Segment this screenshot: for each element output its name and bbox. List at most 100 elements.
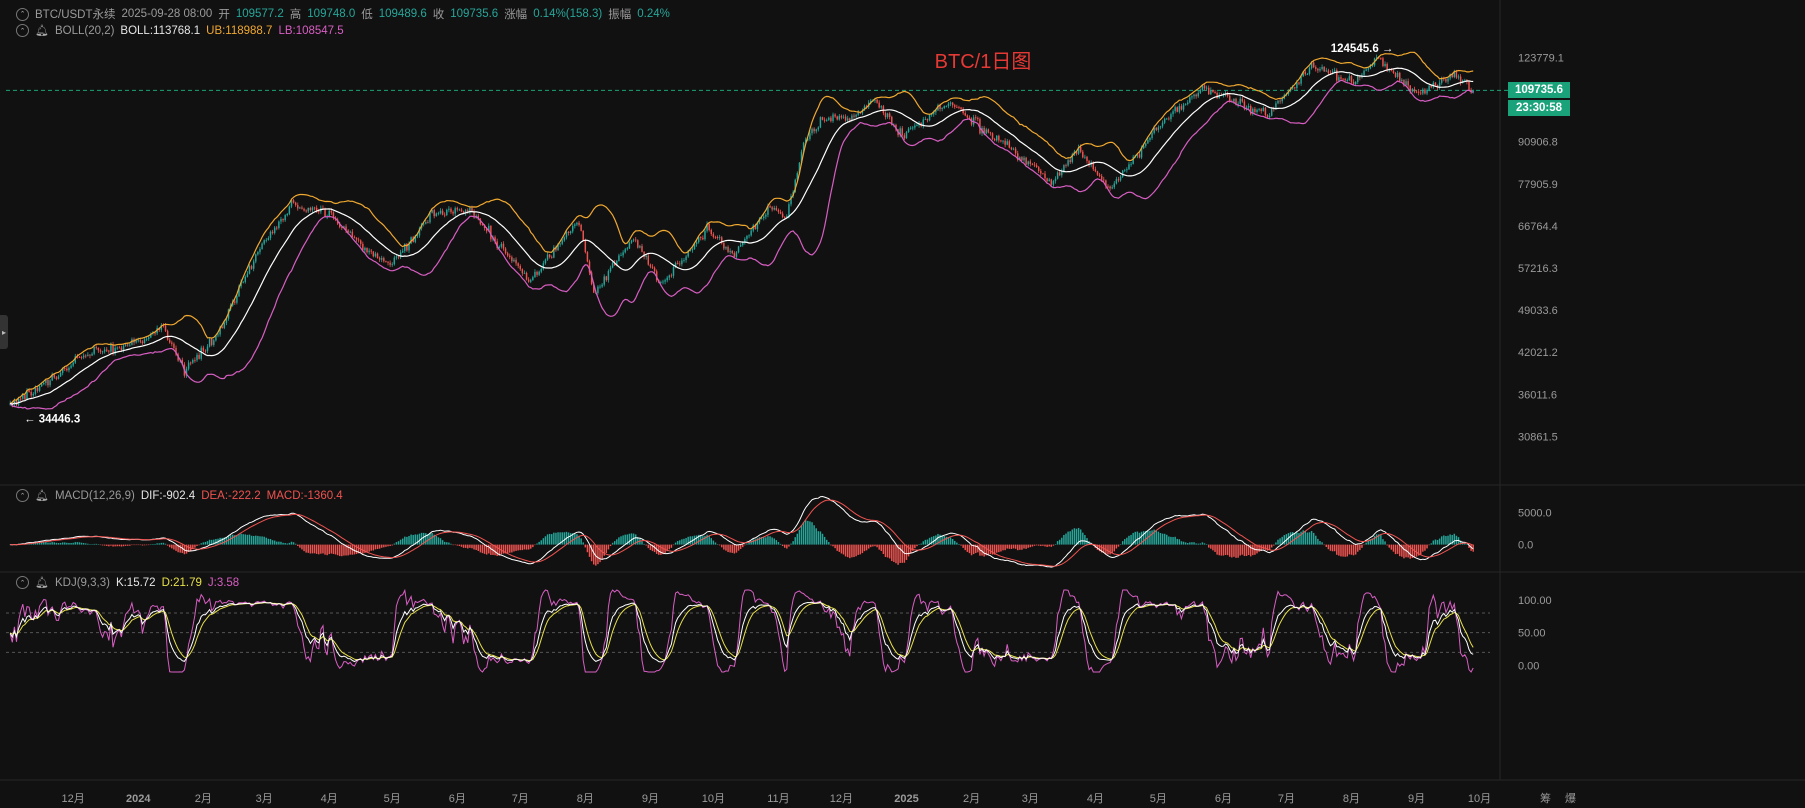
candle-body	[30, 391, 32, 396]
macd-bar	[47, 542, 49, 545]
candle-body	[250, 266, 253, 269]
candle-body	[362, 243, 364, 251]
candle	[456, 206, 459, 212]
candle	[187, 360, 190, 371]
macd-bar	[1035, 544, 1038, 546]
candle-body	[519, 265, 521, 270]
macd-bar	[1176, 538, 1178, 545]
candle	[206, 344, 209, 354]
macd-bar	[1340, 544, 1342, 557]
candle	[1008, 139, 1011, 149]
macd-bar	[467, 544, 469, 549]
macd-bar	[1310, 530, 1313, 545]
macd-bar	[1298, 533, 1300, 545]
bell-icon[interactable]: 🔔︎	[35, 489, 49, 502]
chevron-icon[interactable]: ⌃	[16, 489, 29, 502]
candle	[985, 127, 987, 135]
macd-bar	[1006, 544, 1008, 549]
candle-body	[359, 240, 362, 244]
candle-body	[349, 231, 351, 233]
candle-body	[1155, 127, 1157, 130]
macd-bar	[966, 544, 969, 552]
macd-bar	[1315, 535, 1317, 545]
candle-body	[1184, 103, 1187, 105]
candle	[645, 255, 647, 260]
corner-label-liquidation[interactable]: 爆	[1565, 791, 1576, 805]
candle-body	[1210, 90, 1212, 95]
candle-body	[1445, 79, 1447, 82]
macd-bar	[817, 531, 820, 545]
candle-body	[1079, 147, 1082, 152]
macd-bar	[968, 544, 971, 554]
candle	[949, 101, 952, 107]
candle	[527, 277, 530, 283]
candle-body	[578, 222, 580, 225]
candle	[993, 137, 996, 142]
macd-bar	[255, 535, 257, 545]
candle	[571, 223, 574, 234]
candle-body	[844, 116, 847, 121]
candle-body	[137, 340, 139, 342]
candle-body	[525, 272, 528, 280]
candle-body	[154, 332, 156, 334]
candle-body	[571, 225, 574, 232]
price-pane[interactable]	[6, 51, 1508, 410]
candle	[387, 260, 389, 266]
candle	[777, 208, 780, 214]
time-tick-label: 5月	[1150, 793, 1167, 805]
candle	[1262, 106, 1265, 112]
candle-body	[1294, 87, 1296, 89]
macd-bar	[248, 534, 251, 545]
macd-bar	[1061, 537, 1063, 545]
kdj-pane[interactable]	[6, 588, 1490, 673]
macd-bar	[888, 544, 891, 559]
candle-body	[884, 113, 887, 118]
candle	[399, 249, 402, 260]
candle-body	[1182, 104, 1185, 110]
macd-bar	[162, 542, 165, 545]
chevron-icon[interactable]: ⌃	[16, 7, 29, 21]
chart-canvas[interactable]: 123779.190906.877905.966764.457216.34903…	[0, 0, 1805, 808]
bell-icon[interactable]: 🔔︎	[35, 24, 49, 37]
candle-body	[605, 276, 608, 281]
macd-bar	[586, 544, 589, 553]
candle	[401, 248, 404, 254]
corner-label-chips[interactable]: 筹	[1540, 791, 1551, 805]
candle-body	[763, 216, 765, 219]
candle-body	[624, 249, 626, 253]
candle-body	[372, 251, 375, 257]
candle-body	[282, 219, 284, 221]
candle-body	[40, 384, 43, 387]
candle-body	[1304, 72, 1307, 75]
macd-bar	[1084, 535, 1086, 545]
candle-body	[1411, 88, 1414, 92]
bell-icon[interactable]: 🔔︎	[35, 576, 49, 589]
expand-handle-icon[interactable]: ▸	[0, 315, 8, 349]
macd-bar	[74, 542, 77, 545]
candle-body	[977, 117, 979, 120]
candle-body	[135, 340, 137, 343]
candle-body	[95, 347, 97, 348]
candle	[1054, 176, 1057, 184]
macd-bar	[1199, 543, 1202, 545]
candle-body	[1348, 76, 1351, 81]
candle-body	[1254, 108, 1256, 113]
macd-bar	[1321, 542, 1323, 545]
macd-bar	[920, 543, 922, 545]
candle	[1002, 139, 1004, 144]
candle-body	[916, 125, 918, 126]
macd-bar	[1432, 540, 1435, 545]
macd-bar	[469, 544, 471, 548]
candle-body	[1464, 79, 1466, 81]
macd-bar	[120, 544, 123, 547]
macd-pane[interactable]	[9, 495, 1474, 568]
macd-bar	[1317, 538, 1319, 545]
candle-body	[1151, 132, 1153, 139]
candle-body	[779, 211, 782, 214]
macd-bar	[349, 544, 351, 555]
candle-body	[97, 347, 100, 351]
chevron-icon[interactable]: ⌃	[16, 576, 29, 589]
macd-dea: DEA:-222.2	[201, 489, 261, 502]
macd-bar	[721, 544, 723, 548]
chevron-icon[interactable]: ⌃	[16, 24, 29, 37]
